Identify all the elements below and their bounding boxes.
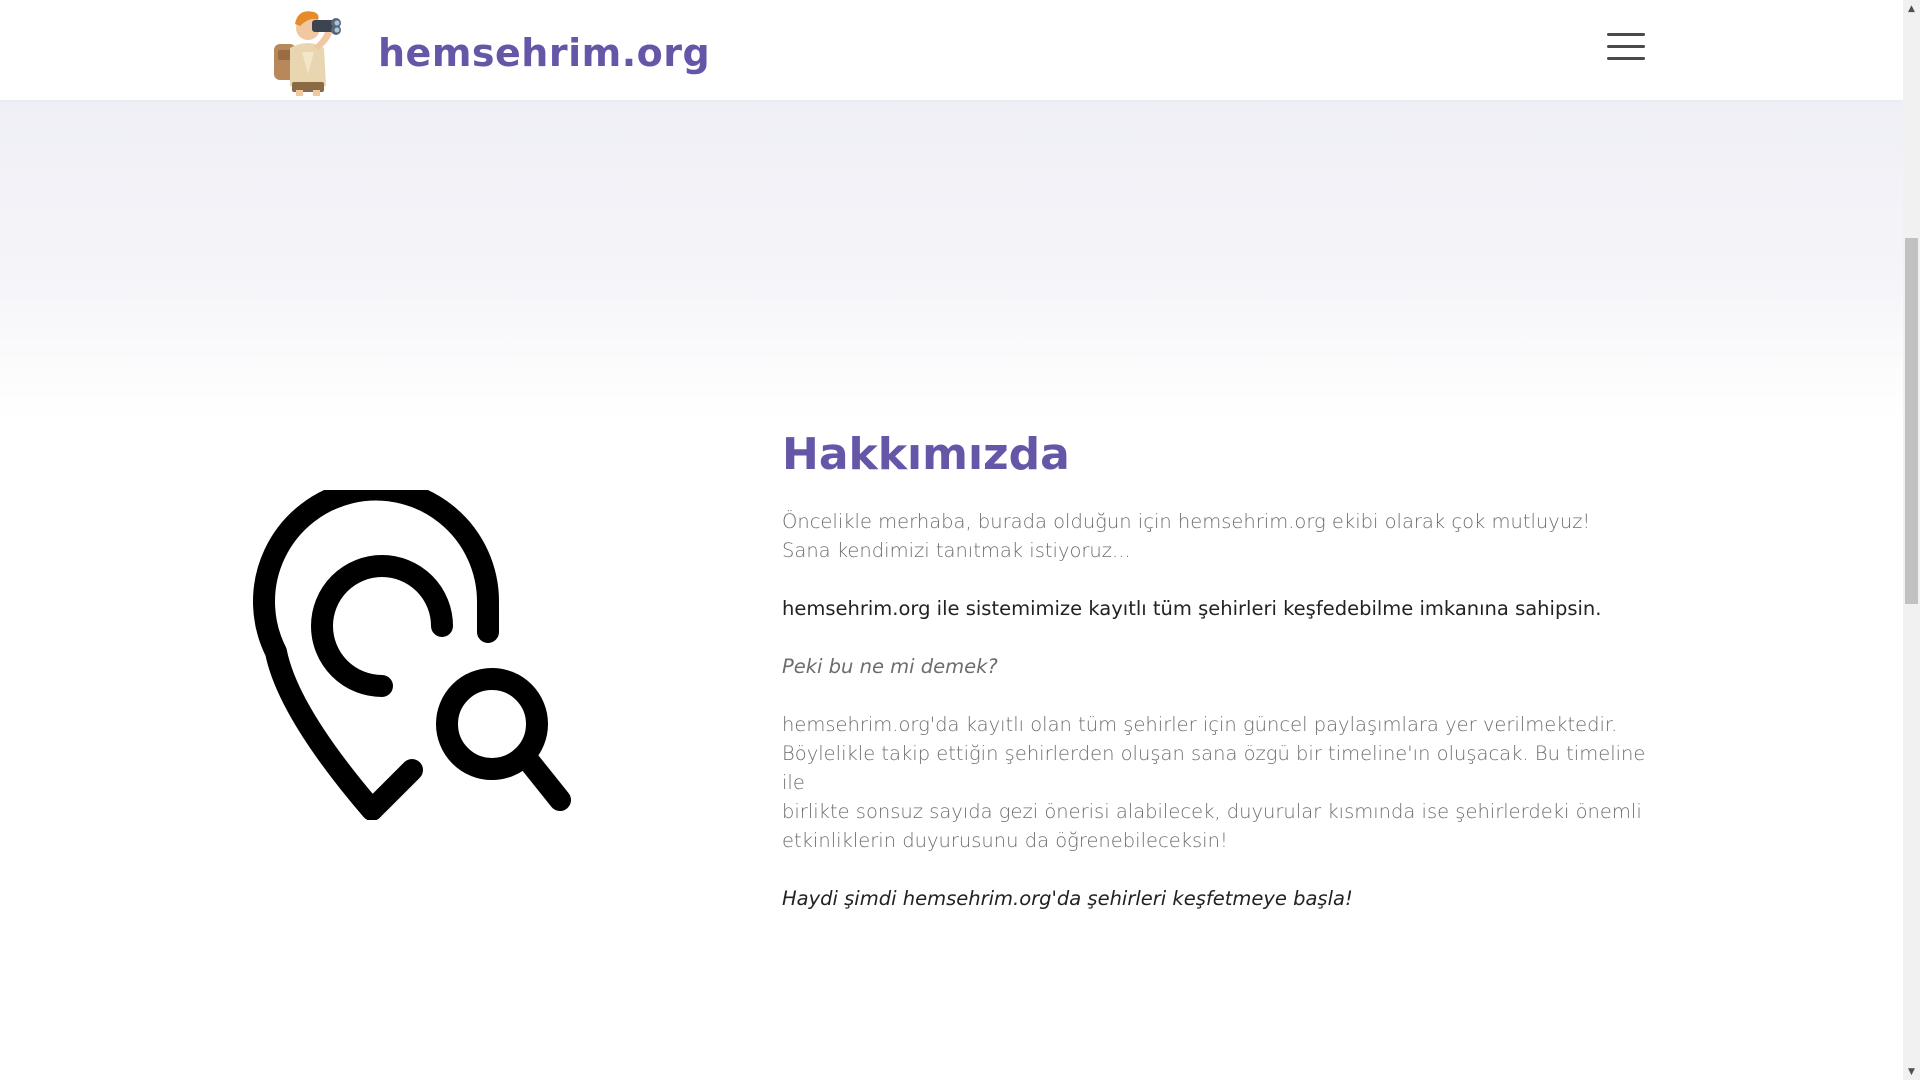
menu-bar-bottom xyxy=(1607,57,1645,60)
details-line-1: hemsehrim.org'da kayıtlı olan tüm şehirl… xyxy=(782,713,1618,736)
location-search-icon xyxy=(253,490,571,820)
scroll-up-arrow-icon[interactable]: ▲ xyxy=(1903,0,1920,17)
explorer-logo-icon[interactable] xyxy=(268,4,348,96)
about-title: Hakkımızda xyxy=(782,429,1070,480)
site-header: hemsehrim.org xyxy=(0,0,1903,100)
hamburger-menu-button[interactable] xyxy=(1604,30,1646,64)
intro-line-2: Sana kendimizi tanıtmak istiyoruz... xyxy=(782,539,1131,562)
vertical-scrollbar[interactable]: ▲ ▼ xyxy=(1903,0,1920,1080)
cta-text: Haydi şimdi hemsehrim.org'da şehirleri k… xyxy=(782,887,1353,910)
intro-line-1: Öncelikle merhaba, burada olduğun için h… xyxy=(782,510,1591,533)
details-line-2: Böylelikle takip ettiğin şehirlerden olu… xyxy=(782,742,1646,794)
menu-bar-top xyxy=(1607,33,1645,36)
about-section: Hakkımızda Öncelikle merhaba, burada old… xyxy=(782,420,1652,913)
question-text: Peki bu ne mi demek? xyxy=(782,655,998,678)
details-line-4: etkinliklerin duyurusunu da öğrenebilece… xyxy=(782,829,1228,852)
hero-background-band xyxy=(0,100,1903,420)
brand-name[interactable]: hemsehrim.org xyxy=(378,26,710,80)
page-viewport: hemsehrim.org Hakkımızda Öncelikle merha… xyxy=(0,0,1903,1080)
scroll-thumb[interactable] xyxy=(1905,238,1918,604)
menu-bar-middle xyxy=(1607,45,1645,48)
highlight-text: hemsehrim.org ile sistemimize kayıtlı tü… xyxy=(782,597,1602,620)
scroll-down-arrow-icon[interactable]: ▼ xyxy=(1903,1063,1920,1080)
details-line-3: birlikte sonsuz sayıda gezi önerisi alab… xyxy=(782,800,1642,823)
